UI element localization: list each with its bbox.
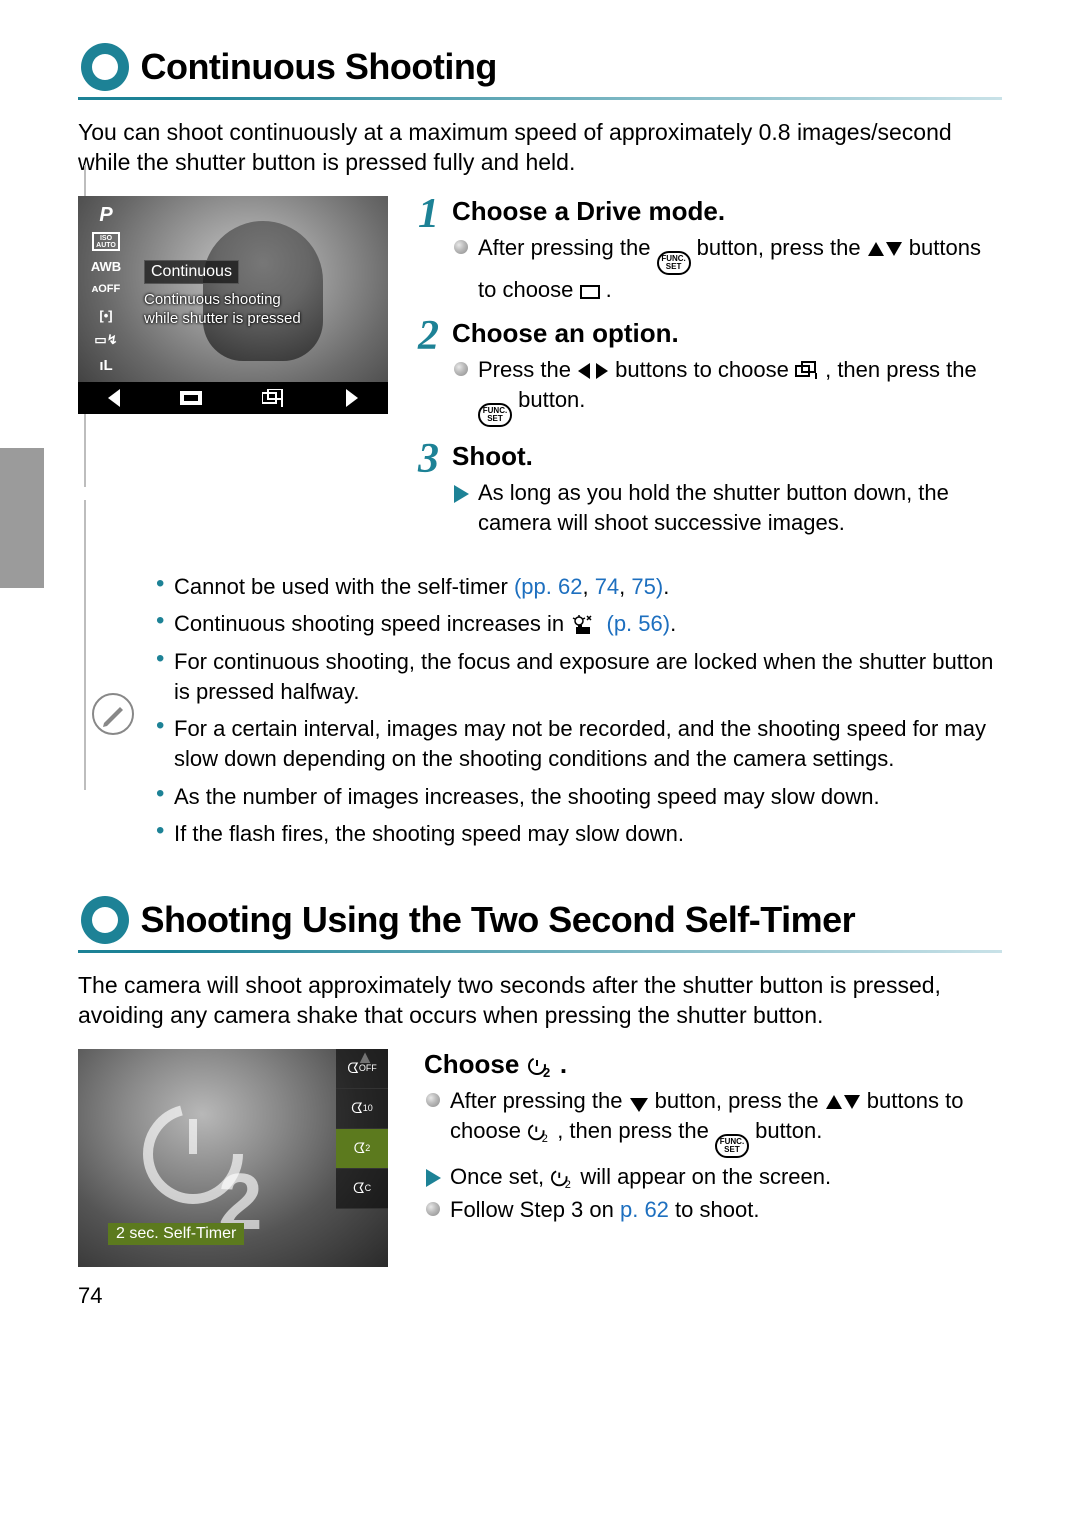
step-title: Choose 2 . [424, 1049, 1002, 1080]
step-number: 2 [418, 312, 439, 360]
drive-icon: ▭↯ [84, 332, 128, 349]
mode-indicator: P [84, 204, 128, 224]
section-heading: Shooting Using the Two Second Self-Timer [78, 891, 1002, 953]
step-result-bullet: Once set, 2 will appear on the screen. [424, 1162, 1002, 1192]
step-1: 1 Choose a Drive mode. After pressing th… [418, 196, 1002, 305]
section-title: Continuous Shooting [140, 46, 496, 87]
svg-text:2: 2 [543, 1065, 550, 1078]
steps-column: 1 Choose a Drive mode. After pressing th… [418, 196, 1002, 552]
page-ref-link[interactable]: 75) [631, 574, 663, 599]
func-set-icon: FUNC.SET [478, 403, 512, 427]
func-set-icon: FUNC.SET [715, 1134, 749, 1158]
right-arrow-icon [346, 389, 358, 407]
step-2: 2 Choose an option. Press the buttons to… [418, 318, 1002, 427]
quality-icon: ıL [84, 357, 128, 374]
single-frame-icon [580, 285, 600, 299]
heading-bullet-icon [78, 893, 132, 947]
section-rule [84, 500, 86, 790]
timer-2s-option: ᗧ2 [336, 1129, 388, 1169]
page-ref-link[interactable]: (pp. 62 [514, 574, 583, 599]
step-number: 3 [418, 435, 439, 483]
note-item: As the number of images increases, the s… [156, 782, 1002, 812]
note-block: Cannot be used with the self-timer (pp. … [88, 572, 1002, 858]
step-title: Shoot. [452, 441, 1002, 472]
step-bullet: Follow Step 3 on p. 62 to shoot. [424, 1195, 1002, 1225]
timer-10s-option: ᗧ10 [336, 1089, 388, 1129]
timer-2sec-overlay-icon: 2 [138, 1099, 278, 1239]
up-down-arrows-icon [826, 1093, 860, 1111]
note-pencil-icon [92, 693, 134, 735]
step-3: 3 Shoot. As long as you hold the shutter… [418, 441, 1002, 537]
setting-icon: ᴀOFF [84, 283, 128, 300]
wb-indicator: AWB [84, 259, 128, 276]
page-ref-link[interactable]: 74 [595, 574, 619, 599]
intro-text: You can shoot continuously at a maximum … [78, 118, 1002, 178]
timer-2sec-icon: 2 [527, 1121, 551, 1143]
page-ref-link[interactable]: p. 62 [620, 1197, 669, 1222]
svg-text:2: 2 [565, 1179, 571, 1189]
svg-text:2: 2 [542, 1133, 548, 1143]
note-item: Cannot be used with the self-timer (pp. … [156, 572, 1002, 602]
camera-lcd-illustration: P ISO AUTO AWB ᴀOFF [•] ▭↯ ıL Continuous… [78, 196, 388, 414]
step-result-bullet: As long as you hold the shutter button d… [452, 478, 1002, 537]
timer-2sec-icon: 2 [527, 1054, 553, 1078]
left-arrow-icon [108, 389, 120, 407]
note-item: Continuous shooting speed increases in (… [156, 609, 1002, 639]
timer-option-list: ᗧOFF ᗧ10 ᗧ2 ᗧC [336, 1049, 388, 1209]
step-title: Choose a Drive mode. [452, 196, 1002, 227]
intro-text: The camera will shoot approximately two … [78, 971, 1002, 1031]
timer-off-option: ᗧOFF [336, 1049, 388, 1089]
thumb-tab [0, 448, 44, 588]
single-shot-icon [180, 391, 202, 405]
camera-lcd-illustration: 2 ▲ ᗧOFF ᗧ10 ᗧ2 ᗧC 2 sec. Self-Timer [78, 1049, 388, 1267]
heading-bullet-icon [78, 40, 132, 94]
up-down-arrows-icon [868, 240, 902, 258]
left-right-arrows-icon [578, 362, 608, 380]
metering-icon: [•] [84, 308, 128, 325]
lcd-menu-title: Continuous [144, 260, 239, 284]
iso-indicator: ISO AUTO [92, 232, 120, 251]
timer-custom-option: ᗧC [336, 1169, 388, 1209]
note-item: For continuous shooting, the focus and e… [156, 647, 1002, 706]
continuous-icon [795, 361, 819, 379]
lcd-menu-desc: Continuous shooting while shutter is pre… [144, 290, 301, 329]
note-item: For a certain interval, images may not b… [156, 714, 1002, 773]
section-title: Shooting Using the Two Second Self-Timer [140, 899, 855, 940]
step-bullet: After pressing the FUNC.SET button, pres… [452, 233, 1002, 305]
step-bullet: After pressing the button, press the but… [424, 1086, 1002, 1158]
note-item: If the flash fires, the shooting speed m… [156, 819, 1002, 849]
page-ref-link[interactable]: (p. 56) [607, 611, 671, 636]
func-set-icon: FUNC.SET [657, 251, 691, 275]
step-number: 1 [418, 190, 439, 238]
continuous-icon [262, 389, 286, 407]
step-title: Choose an option. [452, 318, 1002, 349]
step-choose-timer: Choose 2 . After pressing the button, pr… [418, 1049, 1002, 1225]
page-number: 74 [78, 1283, 102, 1309]
lowlight-mode-icon [571, 615, 593, 635]
section-heading: Continuous Shooting [78, 38, 1002, 100]
timer-2sec-icon: 2 [550, 1167, 574, 1189]
lcd-option-label: 2 sec. Self-Timer [108, 1223, 244, 1245]
step-bullet: Press the buttons to choose , then press… [452, 355, 1002, 427]
down-arrow-icon [630, 1098, 648, 1112]
